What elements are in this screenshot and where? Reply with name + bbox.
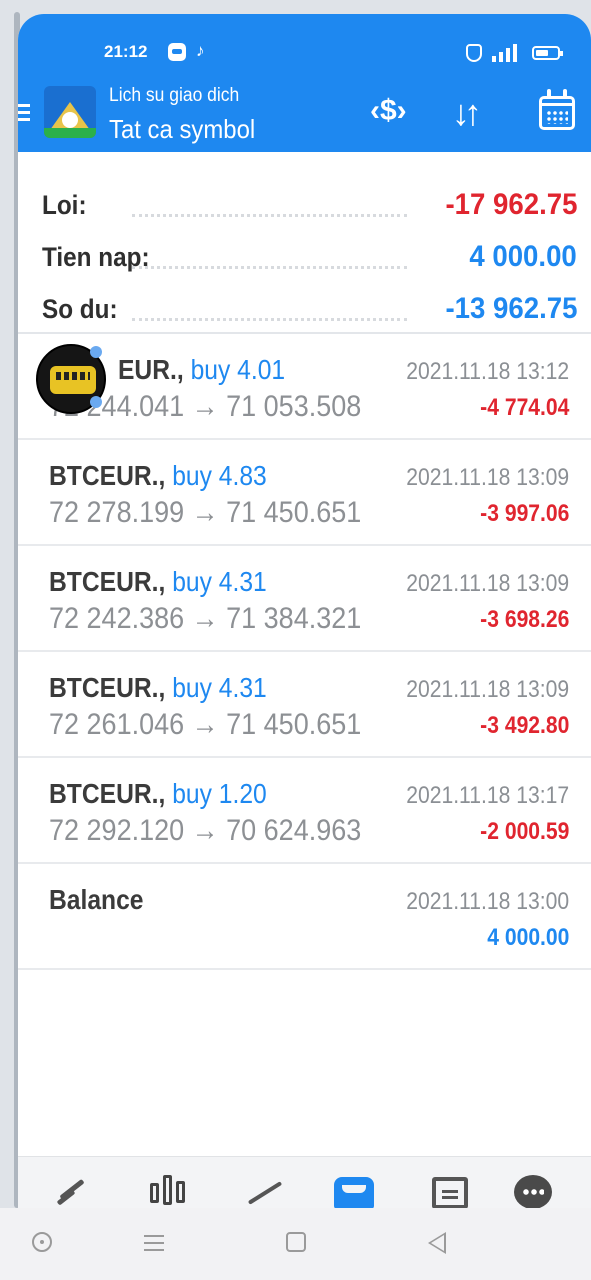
summary-value: -17 962.75 [445, 188, 577, 221]
deal-profit: -2 000.59 [479, 818, 569, 845]
deal-prices: 72 261.046 → 71 450.651 [49, 708, 362, 741]
deal-type: buy 1.20 [172, 778, 267, 809]
quotes-icon[interactable] [54, 1173, 100, 1208]
deal-symbol: BTCEUR., buy 1.20 [49, 778, 267, 809]
deal-row[interactable]: EUR., buy 4.01 2021.11.18 13:12 72 244.0… [18, 334, 591, 440]
dotted-leader [132, 318, 407, 321]
chart-icon[interactable] [148, 1173, 194, 1208]
app-screen: 21:12 ♪ Lich su giao dich Tat ca symbol … [18, 14, 591, 1208]
chat-icon[interactable] [514, 1173, 560, 1208]
history-icon[interactable] [334, 1173, 380, 1208]
broker-logo [44, 86, 96, 138]
back-icon[interactable] [424, 1230, 450, 1256]
bottom-navigation [18, 1156, 591, 1208]
system-navigation-bar [0, 1208, 591, 1280]
shield-icon [466, 44, 482, 62]
deal-profit: -3 698.26 [479, 606, 569, 633]
battery-icon [532, 46, 563, 60]
hamburger-menu-icon[interactable] [18, 102, 30, 124]
deal-time: 2021.11.18 13:17 [406, 782, 569, 809]
home-icon[interactable] [284, 1230, 310, 1256]
deal-type: buy 4.31 [172, 672, 267, 703]
symbol-selector[interactable]: Tat ca symbol [109, 114, 255, 145]
deal-type: buy 4.83 [172, 460, 267, 491]
news-icon[interactable] [428, 1173, 474, 1208]
deal-time: 2021.11.18 13:09 [406, 570, 569, 597]
deal-symbol: EUR., buy 4.01 [118, 354, 286, 385]
app-header: 21:12 ♪ Lich su giao dich Tat ca symbol … [18, 14, 591, 152]
calendar-icon[interactable] [539, 89, 575, 130]
deal-time: 2021.11.18 13:09 [406, 464, 569, 491]
deal-prices: 72 278.199 → 71 450.651 [49, 496, 362, 529]
account-summary: Loi: -17 962.75 Tien nap: 4 000.00 So du… [18, 152, 591, 334]
balance-time: 2021.11.18 13:00 [406, 888, 569, 915]
summary-row-balance: So du: -13 962.75 [42, 290, 577, 330]
deal-prices: 72 292.120 → 70 624.963 [49, 814, 362, 847]
circle-icon[interactable] [30, 1230, 56, 1256]
menu-icon[interactable] [142, 1230, 168, 1256]
summary-label: So du: [42, 294, 118, 324]
deal-row[interactable]: BTCEUR., buy 4.83 2021.11.18 13:09 72 27… [18, 440, 591, 546]
summary-value: 4 000.00 [469, 240, 577, 273]
status-time: 21:12 [104, 42, 148, 61]
deal-prices: 72 242.386 → 71 384.321 [49, 602, 362, 635]
deal-type: buy 4.31 [172, 566, 267, 597]
deal-row[interactable]: BTCEUR., buy 4.31 2021.11.18 13:09 72 24… [18, 546, 591, 652]
summary-row-deposit: Tien nap: 4 000.00 [42, 238, 577, 278]
deal-row[interactable]: BTCEUR., buy 1.20 2021.11.18 13:17 72 29… [18, 758, 591, 864]
summary-label: Loi: [42, 190, 87, 220]
deal-symbol: BTCEUR., buy 4.31 [49, 672, 267, 703]
deal-type: buy 4.01 [190, 354, 286, 385]
deal-profit: -3 492.80 [479, 712, 569, 739]
dotted-leader [132, 214, 407, 217]
avatar-badge [90, 346, 102, 358]
header-subtitle: Lich su giao dich [109, 85, 240, 106]
currency-exchange-icon[interactable]: ‹$› [370, 94, 407, 128]
deal-time: 2021.11.18 13:09 [406, 676, 569, 703]
summary-row-profit: Loi: -17 962.75 [42, 186, 577, 226]
balance-value: 4 000.00 [486, 924, 569, 951]
balance-row[interactable]: Balance 2021.11.18 13:00 4 000.00 [18, 864, 591, 970]
trade-icon[interactable] [244, 1173, 290, 1208]
deal-row[interactable]: BTCEUR., buy 4.31 2021.11.18 13:09 72 26… [18, 652, 591, 758]
app-icon [168, 43, 186, 61]
dotted-leader [132, 266, 407, 269]
sort-icon[interactable]: ↓↑ [452, 92, 482, 134]
deal-time: 2021.11.18 13:12 [406, 358, 569, 385]
status-icons [466, 42, 566, 64]
deal-profit: -3 997.06 [479, 500, 569, 527]
status-bar: 21:12 ♪ [18, 41, 591, 66]
summary-value: -13 962.75 [445, 292, 577, 325]
deal-symbol: BTCEUR., buy 4.83 [49, 460, 267, 491]
deal-profit: -4 774.04 [479, 394, 569, 421]
balance-label: Balance [49, 884, 144, 915]
avatar-badge [90, 396, 102, 408]
signal-icon [492, 44, 522, 62]
deal-symbol: BTCEUR., buy 4.31 [49, 566, 267, 597]
tiktok-icon: ♪ [196, 41, 205, 60]
